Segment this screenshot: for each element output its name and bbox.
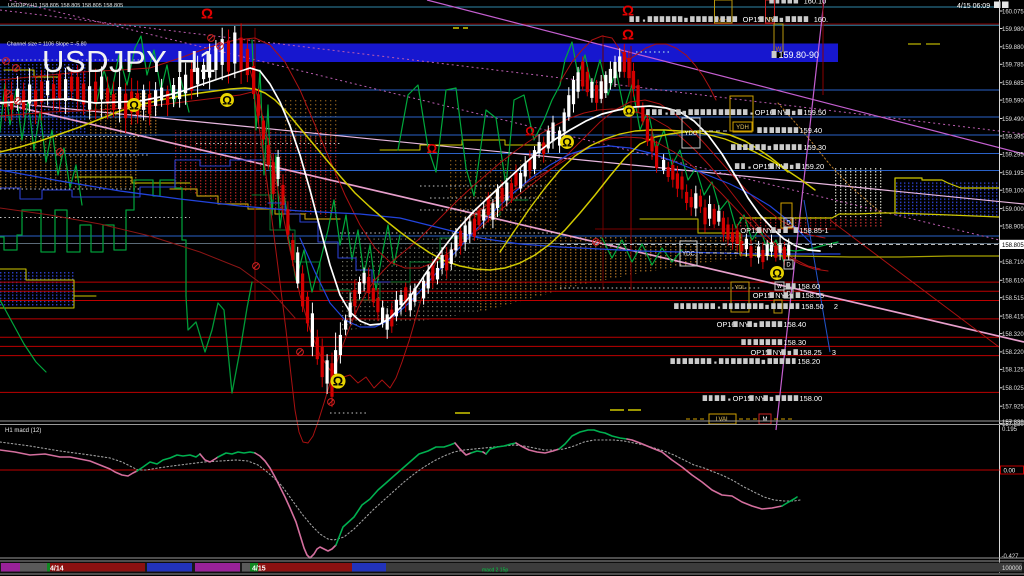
svg-text:macd 2 15p: macd 2 15p — [482, 568, 508, 574]
svg-text:D: D — [786, 263, 791, 269]
svg-text:Ω: Ω — [222, 93, 232, 107]
svg-text:158.515: 158.515 — [1002, 296, 1024, 302]
svg-text:OP15: OP15 — [743, 15, 762, 24]
svg-text:D: D — [786, 221, 791, 227]
svg-text:159.395: 159.395 — [1002, 134, 1024, 140]
svg-text:158.415: 158.415 — [1002, 314, 1024, 320]
svg-text:OP15: OP15 — [751, 348, 770, 357]
svg-text:USDJPY,H1 158.805 158.805 158: USDJPY,H1 158.805 158.805 158.805 158.80… — [8, 3, 123, 9]
svg-text:YDO: YDO — [684, 131, 697, 137]
svg-text:158.30: 158.30 — [784, 338, 807, 347]
svg-text:159.30: 159.30 — [804, 143, 827, 152]
svg-text:158.220: 158.220 — [1002, 350, 1024, 356]
svg-text:158.50: 158.50 — [801, 302, 824, 311]
svg-text:159.685: 159.685 — [1002, 81, 1024, 87]
svg-text:159.295: 159.295 — [1002, 153, 1024, 159]
svg-text:YDH: YDH — [736, 125, 749, 131]
svg-text:0.00: 0.00 — [1004, 469, 1016, 475]
svg-text:W: W — [777, 284, 782, 290]
svg-text:158.55: 158.55 — [802, 291, 825, 300]
svg-text:159.000: 159.000 — [1002, 207, 1024, 213]
svg-text:OP15: OP15 — [753, 162, 772, 171]
svg-text:158.710: 158.710 — [1002, 260, 1024, 266]
svg-text:160.10: 160.10 — [804, 0, 827, 6]
svg-text:OP15: OP15 — [740, 226, 759, 235]
svg-text:159.80-90: 159.80-90 — [779, 50, 820, 60]
svg-text:OP15: OP15 — [753, 291, 772, 300]
svg-text:158.905: 158.905 — [1002, 224, 1024, 230]
svg-text:Ω: Ω — [772, 266, 782, 280]
svg-text:158.60: 158.60 — [798, 282, 821, 291]
svg-text:158.40: 158.40 — [784, 320, 807, 329]
svg-text:USDJPY H1: USDJPY H1 — [42, 44, 217, 79]
svg-text:157.830: 157.830 — [1002, 420, 1024, 426]
svg-text:YDL: YDL — [735, 285, 746, 291]
svg-text:Ω: Ω — [562, 135, 572, 149]
svg-text:4/14: 4/14 — [50, 566, 64, 573]
svg-text:158.20: 158.20 — [798, 357, 821, 366]
svg-text:159.590: 159.590 — [1002, 98, 1024, 104]
svg-text:YDC: YDC — [682, 252, 695, 258]
svg-text:158.125: 158.125 — [1002, 368, 1024, 374]
svg-text:4/15: 4/15 — [252, 566, 266, 573]
svg-text:159.50: 159.50 — [804, 108, 827, 117]
svg-text:Ω: Ω — [201, 6, 213, 23]
svg-text:158.805: 158.805 — [1002, 243, 1024, 249]
svg-text:158.610: 158.610 — [1002, 279, 1024, 285]
svg-text:159.490: 159.490 — [1002, 117, 1024, 123]
svg-text:M: M — [763, 417, 768, 423]
svg-text:OP16: OP16 — [717, 320, 736, 329]
svg-text:158.025: 158.025 — [1002, 386, 1024, 392]
svg-text:158.320: 158.320 — [1002, 332, 1024, 338]
svg-text:OP16: OP16 — [755, 108, 774, 117]
svg-text:Ω: Ω — [129, 98, 139, 112]
svg-text:4: 4 — [829, 243, 833, 250]
svg-text:159.785: 159.785 — [1002, 63, 1024, 69]
svg-text:Ω: Ω — [333, 374, 343, 389]
svg-text:157.925: 157.925 — [1002, 405, 1024, 411]
svg-text:Ω: Ω — [622, 27, 634, 44]
svg-text:159.20: 159.20 — [802, 162, 825, 171]
svg-text:Ω: Ω — [525, 125, 535, 139]
svg-text:3: 3 — [832, 348, 836, 357]
svg-text:158.85-1: 158.85-1 — [799, 226, 828, 235]
svg-text:160.075: 160.075 — [1002, 9, 1024, 15]
svg-text:159.980: 159.980 — [1002, 27, 1024, 33]
svg-text:159.880: 159.880 — [1002, 45, 1024, 51]
svg-text:4/15 06:09: 4/15 06:09 — [957, 3, 990, 10]
svg-text:159.100: 159.100 — [1002, 189, 1024, 195]
svg-text:H1 macd (12): H1 macd (12) — [5, 428, 41, 434]
svg-text:-0.427: -0.427 — [1002, 554, 1020, 560]
svg-text:Ω: Ω — [427, 141, 437, 156]
svg-text:LVAL: LVAL — [716, 417, 730, 423]
svg-text:159.195: 159.195 — [1002, 171, 1024, 177]
svg-text:159.40: 159.40 — [800, 126, 823, 135]
svg-text:158.00: 158.00 — [800, 394, 823, 403]
svg-text:100000: 100000 — [1002, 566, 1023, 572]
svg-text:Ω: Ω — [625, 107, 633, 118]
svg-text:OP15: OP15 — [733, 394, 752, 403]
svg-text:160.: 160. — [814, 15, 828, 24]
svg-text:2: 2 — [834, 302, 838, 311]
svg-text:158.25: 158.25 — [799, 348, 822, 357]
svg-text:0.195: 0.195 — [1002, 427, 1018, 433]
